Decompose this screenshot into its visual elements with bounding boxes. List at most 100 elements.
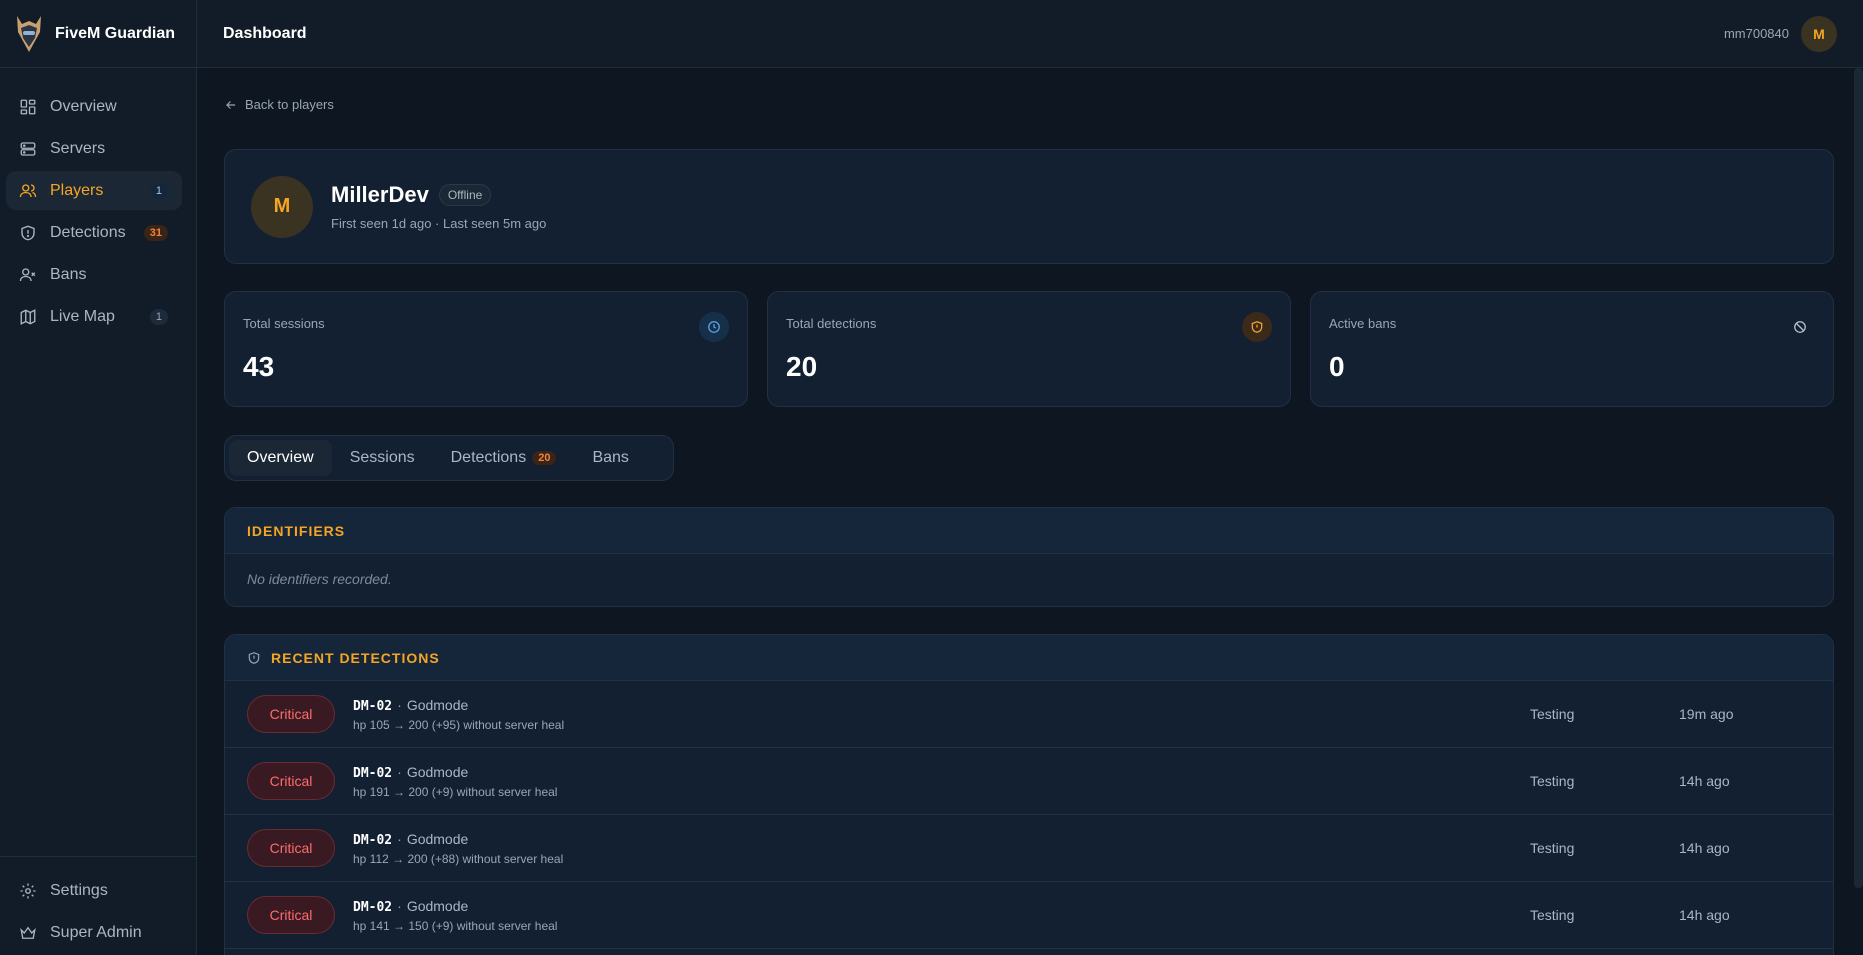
stat-total-detections: Total detections 20 bbox=[767, 291, 1291, 407]
stat-value: 43 bbox=[243, 351, 275, 382]
section-title: RECENT DETECTIONS bbox=[271, 649, 440, 666]
stat-label: Total sessions bbox=[243, 316, 325, 331]
detection-code: DM-02 bbox=[353, 765, 393, 781]
separator-dot: · bbox=[397, 763, 402, 780]
detection-description: hp 141 → 150 (+9) without server heal bbox=[353, 918, 558, 933]
detection-code: DM-02 bbox=[353, 899, 393, 915]
username: mm700840 bbox=[1723, 26, 1789, 41]
sidebar-bottom: Settings Super Admin bbox=[0, 856, 196, 955]
tab-bans[interactable]: Bans bbox=[574, 440, 646, 476]
sidebar-item-players[interactable]: Players 1 bbox=[6, 171, 182, 210]
gear-icon bbox=[19, 882, 37, 900]
players-count-badge: 1 bbox=[149, 182, 168, 199]
stat-value: 0 bbox=[1329, 351, 1345, 382]
detection-type: Godmode bbox=[406, 830, 469, 847]
detection-time: 19m ago bbox=[1679, 706, 1734, 722]
sidebar-item-overview[interactable]: Overview bbox=[6, 87, 182, 126]
detections-tab-badge: 20 bbox=[532, 451, 557, 465]
player-seen-info: First seen 1d ago · Last seen 5m ago bbox=[331, 216, 547, 231]
severity-badge: Critical bbox=[247, 762, 335, 800]
brand-name: FiveM Guardian bbox=[55, 24, 176, 42]
brand[interactable]: FiveM Guardian bbox=[0, 0, 196, 68]
back-link-label: Back to players bbox=[245, 97, 334, 112]
sidebar-item-servers[interactable]: Servers bbox=[6, 129, 182, 168]
shield-icon bbox=[1242, 312, 1272, 342]
player-tabs: Overview Sessions Detections 20 Bans bbox=[224, 435, 674, 481]
recent-detections-section: RECENT DETECTIONS Critical DM-02 · Godmo… bbox=[224, 634, 1834, 955]
detection-type: Godmode bbox=[406, 897, 469, 914]
player-name: MillerDev bbox=[331, 182, 429, 207]
separator-dot: · bbox=[397, 897, 402, 914]
sidebar-item-detections[interactable]: Detections 31 bbox=[6, 213, 182, 252]
tab-label: Overview bbox=[247, 449, 314, 466]
detection-time: 14h ago bbox=[1679, 773, 1730, 789]
sidebar-nav: Overview Servers Players 1 Detections 31 bbox=[0, 68, 196, 336]
crown-icon bbox=[19, 924, 37, 942]
sidebar-item-label: Detections bbox=[50, 223, 126, 241]
detection-server: Testing bbox=[1530, 706, 1575, 722]
recent-detections-header: RECENT DETECTIONS bbox=[225, 635, 1833, 681]
server-icon bbox=[19, 140, 37, 158]
sidebar-item-label: Bans bbox=[50, 265, 87, 283]
stat-total-sessions: Total sessions 43 bbox=[224, 291, 748, 407]
stats-row: Total sessions 43 Total detections 20 Ac… bbox=[224, 291, 1834, 407]
detection-server: Testing bbox=[1530, 907, 1575, 923]
sidebar-item-live-map[interactable]: Live Map 1 bbox=[6, 297, 182, 336]
identifiers-section: IDENTIFIERS No identifiers recorded. bbox=[224, 507, 1834, 607]
arrow-left-icon bbox=[226, 100, 236, 109]
severity-badge: Critical bbox=[247, 695, 335, 733]
sidebar-item-label: Live Map bbox=[50, 307, 115, 325]
identifiers-header: IDENTIFIERS bbox=[225, 508, 1833, 554]
detection-description: hp 112 → 200 (+88) without server heal bbox=[353, 851, 564, 866]
clock-icon bbox=[699, 312, 729, 342]
guardian-logo-icon bbox=[17, 15, 41, 52]
detection-row[interactable]: Critical DM-02 · Godmode hp 112 → 200 (+… bbox=[225, 815, 1833, 882]
tab-overview[interactable]: Overview bbox=[229, 440, 332, 476]
player-avatar: M bbox=[251, 175, 313, 238]
detection-server: Testing bbox=[1530, 840, 1575, 856]
stat-label: Active bans bbox=[1329, 316, 1397, 331]
detection-time: 14h ago bbox=[1679, 907, 1730, 923]
tab-label: Detections bbox=[450, 449, 527, 466]
stat-label: Total detections bbox=[786, 316, 877, 331]
tab-label: Sessions bbox=[349, 449, 415, 466]
map-icon bbox=[19, 308, 37, 326]
separator-dot: · bbox=[397, 830, 402, 847]
player-profile-card: M MillerDev Offline First seen 1d ago · … bbox=[224, 149, 1834, 264]
tab-sessions[interactable]: Sessions bbox=[332, 440, 433, 476]
user-x-icon bbox=[19, 266, 37, 284]
tab-label: Bans bbox=[592, 449, 629, 466]
topbar: Dashboard mm700840 M bbox=[197, 0, 1863, 68]
tab-detections[interactable]: Detections 20 bbox=[433, 440, 575, 476]
sidebar: FiveM Guardian Overview Servers Players … bbox=[0, 0, 197, 955]
detection-time: 14h ago bbox=[1679, 840, 1730, 856]
stat-value: 20 bbox=[786, 351, 818, 382]
back-to-players-link[interactable]: Back to players bbox=[224, 97, 334, 112]
identifiers-empty-note: No identifiers recorded. bbox=[247, 571, 392, 587]
sidebar-item-label: Players bbox=[50, 181, 104, 199]
detection-type: Godmode bbox=[406, 763, 469, 780]
detection-row[interactable]: Critical DM-02 · Godmode hp 105 → 200 (+… bbox=[225, 681, 1833, 748]
separator-dot: · bbox=[397, 696, 402, 713]
sidebar-item-super-admin[interactable]: Super Admin bbox=[6, 913, 182, 952]
detection-code: DM-02 bbox=[353, 832, 393, 848]
detections-count-badge: 31 bbox=[143, 224, 168, 241]
detection-row[interactable]: Critical DM-02 · Godmode hp 141 → 150 (+… bbox=[225, 882, 1833, 949]
ban-icon bbox=[1785, 312, 1815, 342]
sidebar-item-label: Super Admin bbox=[50, 923, 142, 941]
page-title: Dashboard bbox=[223, 24, 307, 42]
shield-icon bbox=[248, 651, 260, 664]
detection-description: hp 105 → 200 (+95) without server heal bbox=[353, 717, 565, 732]
page-scrollbar[interactable] bbox=[1854, 68, 1863, 888]
detection-description: hp 191 → 200 (+9) without server heal bbox=[353, 784, 558, 799]
detection-row[interactable]: Critical DM-02 · Godmode hp 191 → 200 (+… bbox=[225, 748, 1833, 815]
sidebar-item-settings[interactable]: Settings bbox=[6, 871, 182, 910]
grid-icon bbox=[19, 98, 37, 116]
shield-icon bbox=[19, 224, 37, 242]
detection-type: Godmode bbox=[406, 696, 469, 713]
sidebar-item-bans[interactable]: Bans bbox=[6, 255, 182, 294]
status-badge: Offline bbox=[438, 184, 492, 206]
avatar[interactable]: M bbox=[1801, 15, 1837, 52]
detection-server: Testing bbox=[1530, 773, 1575, 789]
sidebar-item-label: Settings bbox=[50, 881, 108, 899]
